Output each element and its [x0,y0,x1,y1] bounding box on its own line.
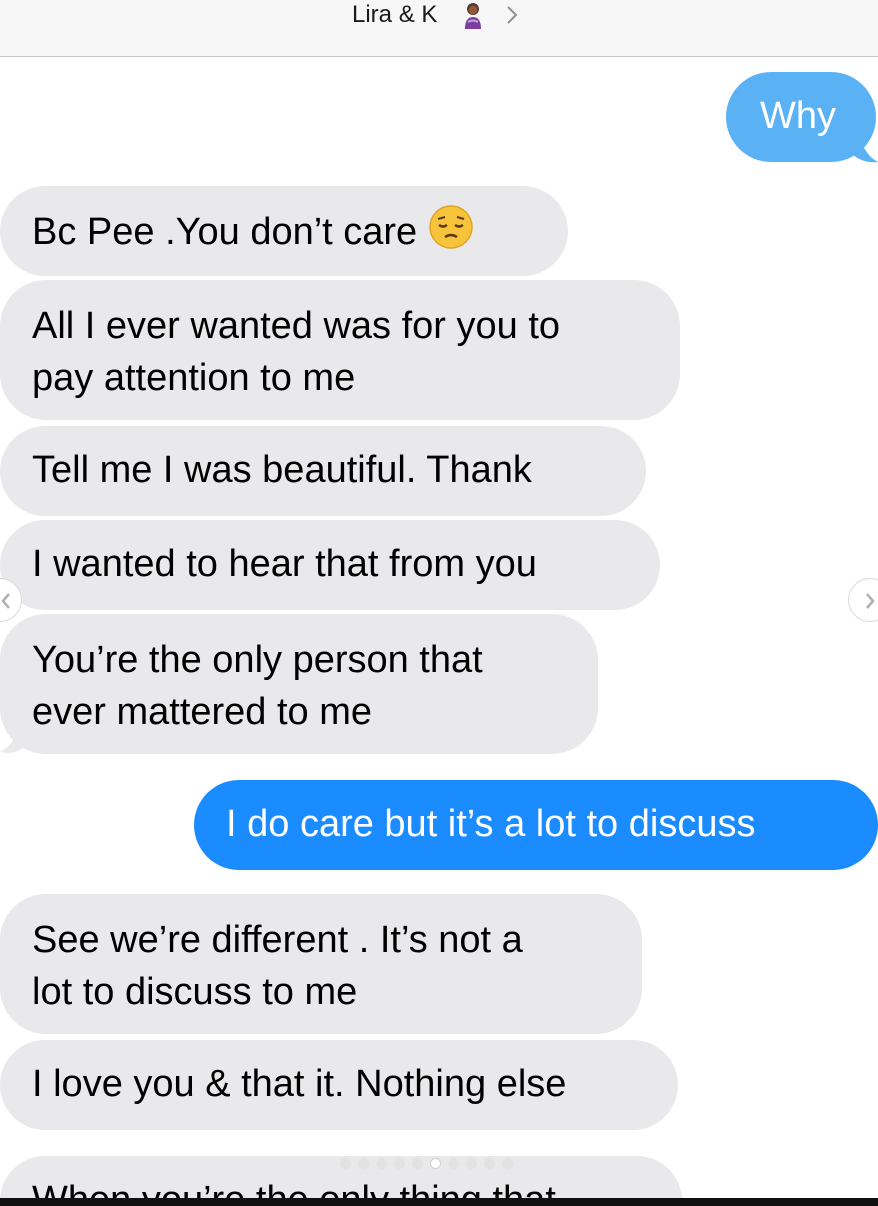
message-tail [0,722,30,753]
received-message[interactable]: See we’re different . It’s not a lot to … [0,894,642,1034]
message-text-line: pay attention to me [32,357,356,399]
conversation-header: Lira & K [0,0,878,57]
received-message[interactable]: Bc Pee .You don’t care [0,186,568,276]
received-message[interactable]: All I ever wanted was for you to pay att… [0,280,680,420]
person-emoji-icon [465,3,481,29]
message-text: Tell me I was beautiful. Thank [32,449,532,491]
received-message[interactable]: I love you & that it. Nothing else [0,1040,678,1130]
carousel-dot[interactable] [466,1158,477,1169]
message-text-line: See we’re different . It’s not a [32,919,523,961]
received-message[interactable]: I wanted to hear that from you [0,520,660,610]
message-clip: When you’re the only thing that [0,1150,878,1198]
bottom-bar [0,1198,878,1206]
received-message[interactable]: Tell me I was beautiful. Thank [0,426,646,516]
conversation-title[interactable]: Lira & K [352,0,437,30]
message-text: Bc Pee .You don’t care [32,211,418,253]
pensive-face-icon [429,205,473,249]
carousel-dot[interactable] [376,1158,387,1169]
carousel-dot[interactable] [340,1158,351,1169]
carousel-dot[interactable] [448,1158,459,1169]
message-text-line: ever mattered to me [32,691,373,733]
message-text: I wanted to hear that from you [32,543,537,585]
carousel-dot[interactable] [502,1158,513,1169]
carousel-dot[interactable] [394,1158,405,1169]
chevron-left-icon [1,593,10,609]
message-text-line: All I ever wanted was for you to [32,305,561,347]
chevron-right-icon [866,593,875,609]
carousel-next-button[interactable] [848,578,878,622]
received-message[interactable]: You’re the only person that ever mattere… [0,614,598,754]
carousel-dot[interactable] [484,1158,495,1169]
carousel-prev-button[interactable] [0,578,22,622]
carousel-dot[interactable] [430,1158,441,1169]
message-text: When you’re the only thing that [32,1179,556,1198]
chevron-right-icon[interactable] [505,4,519,26]
message-text: I love you & that it. Nothing else [32,1063,567,1105]
message-text: I do care but it’s a lot to discuss [226,803,756,845]
sent-message[interactable]: I do care but it’s a lot to discuss [194,780,878,870]
carousel-dot[interactable] [358,1158,369,1169]
message-text-line: You’re the only person that [32,639,483,681]
carousel-dot[interactable] [412,1158,423,1169]
message-tail [848,128,878,163]
message-text-line: lot to discuss to me [32,971,358,1013]
message-text: Why [760,95,836,137]
